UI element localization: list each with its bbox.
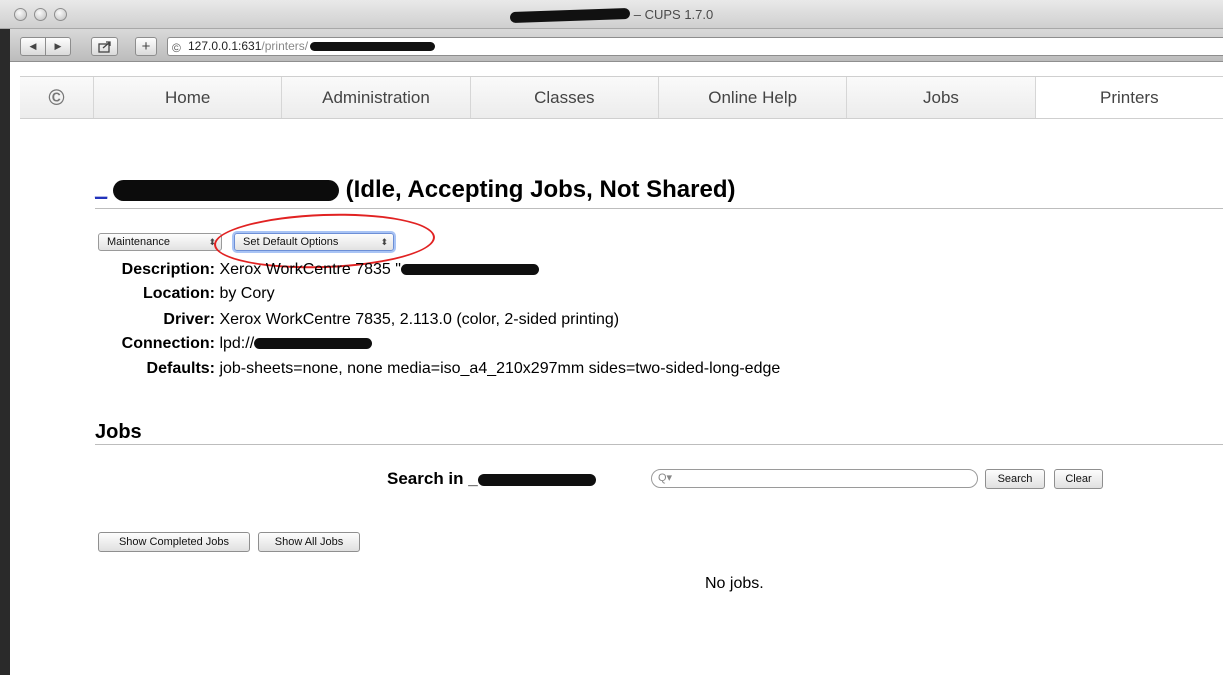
show-completed-jobs-button[interactable]: Show Completed Jobs <box>98 532 250 552</box>
show-all-jobs-button[interactable]: Show All Jobs <box>258 532 360 552</box>
redaction-mark <box>310 42 436 52</box>
detail-value: by Cory <box>219 285 275 302</box>
detail-value: Xerox WorkCentre 7835 " <box>219 261 401 278</box>
detail-description: Description: Xerox WorkCentre 7835 " <box>100 260 539 280</box>
search-icon: Q▾ <box>658 472 673 484</box>
cups-site-icon: © <box>172 41 181 55</box>
redaction-mark <box>400 264 539 276</box>
browser-toolbar: ◀ ▶ + © 127.0.0.1:631/printers/ <box>10 29 1223 62</box>
add-bookmark-button[interactable]: + <box>135 37 157 56</box>
nav-online-help[interactable]: Online Help <box>657 77 846 118</box>
clear-button[interactable]: Clear <box>1054 469 1103 489</box>
cups-logo-icon[interactable]: © <box>20 77 93 118</box>
screen-edge <box>0 0 10 675</box>
detail-connection: Connection: lpd:// <box>100 334 373 354</box>
detail-location: Location: by Cory <box>100 284 275 304</box>
url-path: /printers/ <box>261 39 309 53</box>
detail-key: Description: <box>121 261 215 278</box>
back-button[interactable]: ◀ <box>20 37 46 56</box>
no-jobs-message: No jobs. <box>705 575 764 592</box>
redaction-mark <box>254 338 373 350</box>
printer-heading: _ (Idle, Accepting Jobs, Not Shared) <box>95 175 1223 209</box>
search-input[interactable]: Q▾ <box>651 469 978 488</box>
printer-name-link-text[interactable]: _ <box>95 175 107 201</box>
address-bar[interactable]: © 127.0.0.1:631/printers/ <box>167 37 1223 56</box>
search-label: Search in _ <box>387 469 596 489</box>
printer-name-link[interactable]: _ <box>95 175 339 201</box>
detail-key: Connection: <box>121 335 215 352</box>
nav-home[interactable]: Home <box>93 77 281 118</box>
redaction-mark <box>477 473 596 486</box>
cups-navbar: © Home Administration Classes Online Hel… <box>20 76 1223 119</box>
redaction-mark <box>509 7 630 24</box>
detail-driver: Driver: Xerox WorkCentre 7835, 2.113.0 (… <box>100 310 619 330</box>
forward-button[interactable]: ▶ <box>45 37 71 56</box>
detail-defaults: Defaults: job-sheets=none, none media=is… <box>100 359 781 379</box>
window-title: – CUPS 1.7.0 <box>0 7 1223 24</box>
detail-key: Defaults: <box>146 360 215 377</box>
nav-classes[interactable]: Classes <box>469 77 658 118</box>
share-icon <box>97 40 111 53</box>
nav-administration[interactable]: Administration <box>281 77 469 118</box>
detail-value: lpd:// <box>219 335 255 352</box>
redaction-mark <box>113 180 339 201</box>
maintenance-select[interactable]: Maintenance ⬍ <box>98 233 222 251</box>
detail-value: job-sheets=none, none media=iso_a4_210x2… <box>219 360 781 377</box>
share-button[interactable] <box>91 37 118 56</box>
nav-printers[interactable]: Printers <box>1034 77 1223 118</box>
url-host: 127.0.0.1:631 <box>188 39 262 53</box>
jobs-heading: Jobs <box>95 421 1223 445</box>
detail-value: Xerox WorkCentre 7835, 2.113.0 (color, 2… <box>219 311 620 328</box>
detail-key: Driver: <box>163 311 215 328</box>
search-button[interactable]: Search <box>985 469 1045 489</box>
search-label-text: Search in _ <box>387 469 478 488</box>
window-title-text: – CUPS 1.7.0 <box>633 7 714 22</box>
detail-key: Location: <box>143 285 215 302</box>
printer-status: (Idle, Accepting Jobs, Not Shared) <box>345 176 736 203</box>
maintenance-select-label: Maintenance <box>107 236 170 248</box>
window-titlebar: – CUPS 1.7.0 <box>0 0 1223 29</box>
nav-jobs[interactable]: Jobs <box>846 77 1034 118</box>
